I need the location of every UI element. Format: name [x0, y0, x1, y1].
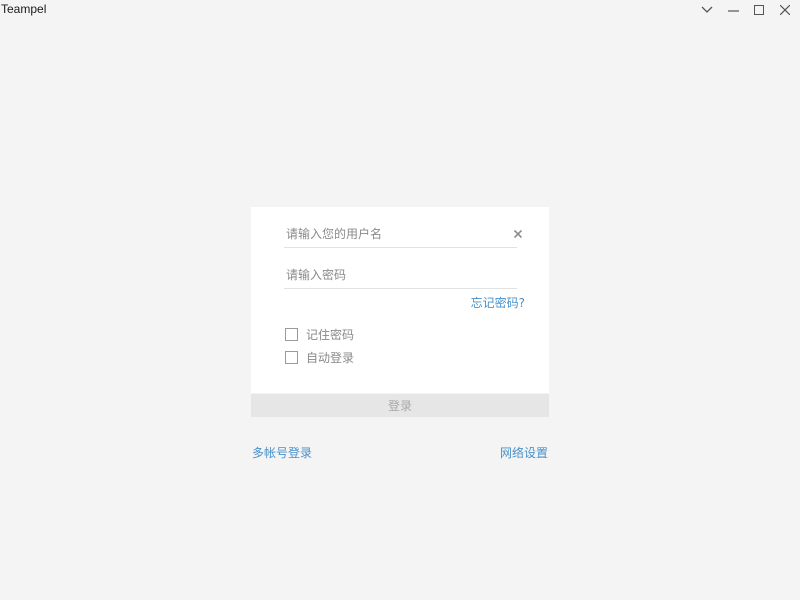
network-settings-link[interactable]: 网络设置	[500, 444, 548, 461]
minimize-button[interactable]	[720, 0, 746, 20]
maximize-icon	[754, 5, 764, 15]
username-input[interactable]	[284, 223, 506, 245]
multi-account-login-link[interactable]: 多帐号登录	[252, 444, 312, 461]
password-field	[284, 264, 517, 289]
remember-password-label: 记住密码	[306, 327, 355, 342]
dropdown-button[interactable]	[694, 0, 720, 20]
app-window: Teampel 请输入您的用户名 忘记密码? 记住密码 自动登录 登录 多帐号登…	[0, 0, 800, 600]
password-input[interactable]	[284, 264, 506, 286]
login-button[interactable]: 登录	[251, 394, 549, 417]
window-controls	[694, 0, 798, 20]
close-icon	[780, 5, 790, 15]
remember-password-checkbox[interactable]	[285, 327, 298, 341]
minimize-icon	[727, 5, 739, 15]
app-title: Teampel	[1, 2, 47, 16]
close-button[interactable]	[772, 0, 798, 20]
clear-username-button[interactable]	[511, 225, 525, 239]
username-field	[284, 223, 523, 248]
chevron-down-icon	[701, 6, 713, 14]
auto-login-option[interactable]: 自动登录	[285, 349, 354, 365]
auto-login-checkbox[interactable]	[285, 350, 298, 364]
title-bar[interactable]: Teampel	[0, 0, 800, 20]
clear-icon	[513, 223, 523, 242]
login-card: 忘记密码? 记住密码 自动登录	[251, 207, 549, 393]
maximize-button[interactable]	[746, 0, 772, 20]
forgot-password-link[interactable]: 忘记密码?	[471, 294, 525, 311]
remember-password-option[interactable]: 记住密码	[285, 326, 354, 342]
auto-login-label: 自动登录	[306, 350, 355, 365]
